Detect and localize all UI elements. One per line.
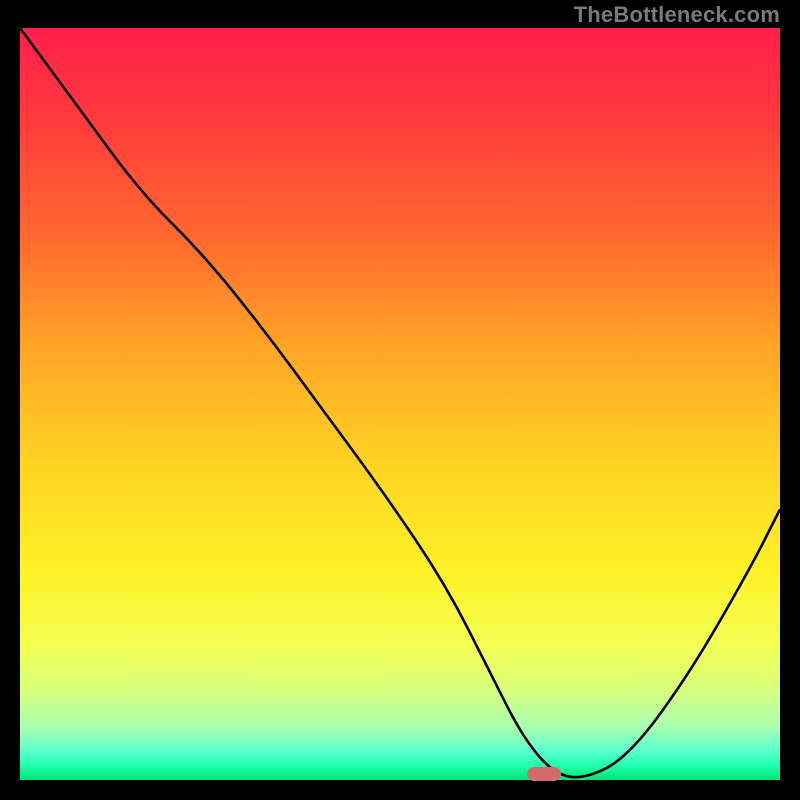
bottleneck-curve: [20, 28, 780, 777]
curve-svg: [20, 28, 780, 780]
watermark-text: TheBottleneck.com: [574, 2, 780, 28]
plot-area: [20, 28, 780, 780]
chart-frame: TheBottleneck.com: [0, 0, 800, 800]
optimum-marker: [527, 767, 561, 781]
